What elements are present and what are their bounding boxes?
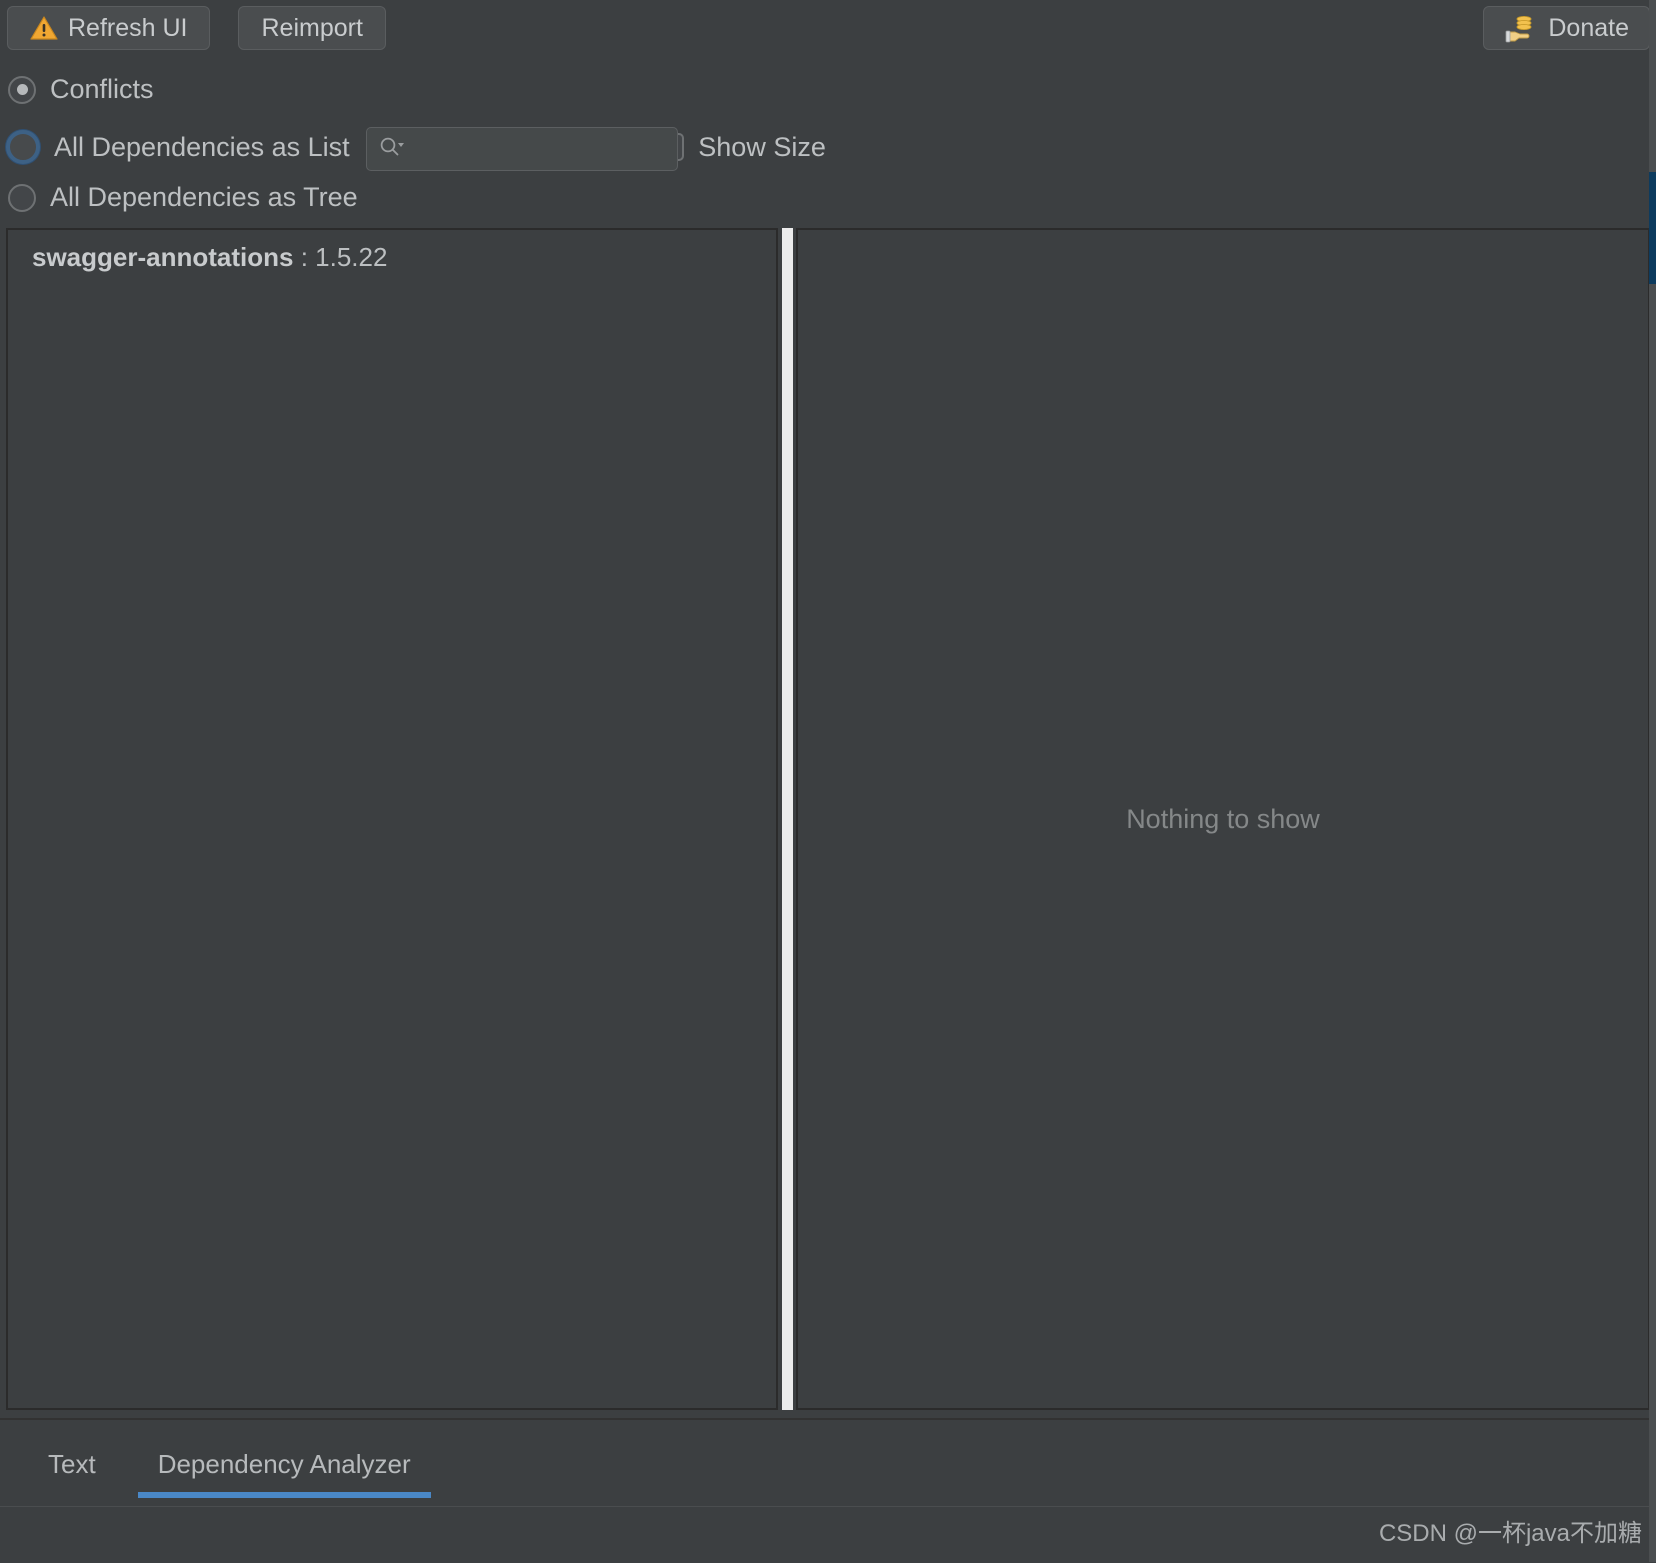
radio-conflicts[interactable]: Conflicts [8,74,154,105]
chevron-down-icon [398,143,404,147]
tab-text-label: Text [48,1449,96,1480]
content-area: swagger-annotations : 1.5.22 Nothing to … [6,228,1650,1410]
checkbox-label-show-size: Show Size [698,132,826,163]
refresh-ui-button[interactable]: Refresh UI [7,6,210,50]
radio-label-all-dependencies-as-tree: All Dependencies as Tree [50,182,358,213]
warning-triangle-icon [30,15,58,41]
search-input[interactable] [366,127,678,171]
search-icon [379,136,405,163]
list-item[interactable]: swagger-annotations : 1.5.22 [32,242,776,273]
dependency-analyzer-window: Refresh UI Reimport Donate Conflicts [0,0,1656,1562]
toolbar: Refresh UI Reimport Donate [0,0,1656,56]
dependency-list-panel[interactable]: swagger-annotations : 1.5.22 [6,228,778,1410]
dependency-detail-panel: Nothing to show [796,228,1650,1410]
watermark-text: CSDN @一杯java不加糖 [1379,1513,1642,1548]
checkbox-show-size[interactable]: Show Size [656,132,826,163]
radio-indicator-conflicts[interactable] [8,76,36,104]
radio-all-dependencies-as-tree[interactable]: All Dependencies as Tree [8,182,358,213]
donate-button[interactable]: Donate [1483,6,1650,50]
tab-text[interactable]: Text [28,1420,116,1508]
tool-window-active-indicator [1649,172,1656,284]
hand-with-coins-icon [1504,13,1538,43]
options-area: Conflicts All Dependencies as List Show … [0,56,1656,226]
radio-indicator-all-dependencies-as-tree[interactable] [8,184,36,212]
reimport-button[interactable]: Reimport [238,6,385,50]
statusbar: CSDN @一杯java不加糖 [0,1506,1656,1563]
radio-indicator-all-dependencies-as-list[interactable] [6,130,40,164]
tab-dependency-analyzer[interactable]: Dependency Analyzer [138,1420,431,1508]
dependency-separator: : [293,242,315,272]
dependency-artifact-name: swagger-annotations [32,242,293,272]
tab-dependency-analyzer-label: Dependency Analyzer [158,1449,411,1480]
donate-label: Donate [1548,16,1629,41]
bottom-tabbar: Text Dependency Analyzer [0,1418,1656,1508]
radio-label-all-dependencies-as-list: All Dependencies as List [54,132,350,163]
dependency-version: 1.5.22 [315,242,387,272]
refresh-ui-label: Refresh UI [68,16,187,41]
empty-state-message: Nothing to show [798,230,1648,1408]
reimport-label: Reimport [261,16,362,41]
panel-splitter[interactable] [782,228,793,1410]
radio-label-conflicts: Conflicts [50,74,154,105]
